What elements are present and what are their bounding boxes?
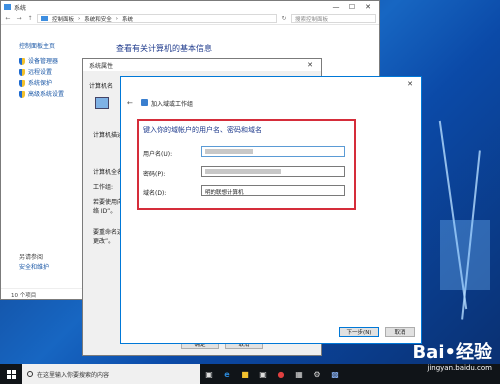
breadcrumb[interactable]: 控制面板 › 系统和安全 › 系统 xyxy=(37,14,277,23)
minimize-icon[interactable]: — xyxy=(328,1,344,13)
properties-labels: 计算机描述 计算机全名 工作组: 若要使用向 络 ID”。 要重命名这 更改”。 xyxy=(93,131,123,246)
system-properties-taskbar-icon[interactable]: ▩ xyxy=(326,364,344,384)
store-icon[interactable]: ▣ xyxy=(254,364,272,384)
search-placeholder: 搜索控制面板 xyxy=(295,16,329,23)
sidebar-item-label: 控制面板主页 xyxy=(19,43,56,50)
label-workgroup: 工作组: xyxy=(93,184,114,191)
label-network-id-2: 络 ID”。 xyxy=(93,208,117,215)
sidebar-item-home[interactable]: 控制面板主页 xyxy=(19,41,64,52)
address-bar: ← → ↑ 控制面板 › 系统和安全 › 系统 ↻ 搜索控制面板 xyxy=(1,13,379,25)
breadcrumb-separator-icon: › xyxy=(115,15,118,22)
edge-icon[interactable]: e xyxy=(218,364,236,384)
computer-icon xyxy=(4,4,11,10)
file-explorer-icon[interactable]: ■ xyxy=(236,364,254,384)
sidebar-item-advanced[interactable]: 高级系统设置 xyxy=(19,89,64,100)
highlight-box xyxy=(137,119,356,210)
label-rename-2: 更改”。 xyxy=(93,238,115,245)
shield-icon xyxy=(19,80,25,87)
windows-start-icon[interactable] xyxy=(0,364,22,384)
sidebar-item-remote[interactable]: 远程设置 xyxy=(19,67,64,78)
system-window-title: 系统 xyxy=(14,4,27,12)
shield-icon xyxy=(19,69,25,76)
close-icon[interactable]: ✕ xyxy=(360,1,376,13)
close-icon[interactable]: ✕ xyxy=(402,78,418,90)
search-icon xyxy=(27,371,33,377)
item-count: 10 个项目 xyxy=(11,293,37,299)
sidebar-item-device-manager[interactable]: 设备管理器 xyxy=(19,56,64,67)
breadcrumb-item[interactable]: 控制面板 xyxy=(52,15,74,23)
control-panel-icon xyxy=(41,16,48,21)
next-button[interactable]: 下一步(N) xyxy=(339,327,379,337)
back-arrow-icon[interactable]: ← xyxy=(4,15,12,22)
forward-arrow-icon[interactable]: → xyxy=(15,15,23,22)
sidebar-item-label: 远程设置 xyxy=(28,69,53,76)
windows-logo-light xyxy=(440,220,490,290)
refresh-icon[interactable]: ↻ xyxy=(280,15,288,22)
page-title: 查看有关计算机的基本信息 xyxy=(116,44,212,53)
join-domain-wizard: ✕ ← 加入域或工作组 键入你的域帐户的用户名、密码和域名 用户名(U): 密码… xyxy=(120,76,422,344)
back-arrow-icon[interactable]: ← xyxy=(127,99,133,107)
baidu-watermark: Bai•经验 jingyan.baidu.com xyxy=(412,338,492,372)
system-sidebar: 控制面板主页 设备管理器 远程设置 系统保护 高级系统设置 xyxy=(19,41,64,100)
breadcrumb-item[interactable]: 系统和安全 xyxy=(84,15,112,23)
control-panel-taskbar-icon[interactable]: ▦ xyxy=(290,364,308,384)
wizard-cancel-button[interactable]: 取消 xyxy=(385,327,415,337)
tab-computer-name[interactable]: 计算机名 xyxy=(89,81,113,90)
breadcrumb-separator-icon: › xyxy=(78,15,81,22)
app-icon[interactable]: ● xyxy=(272,364,290,384)
label-rename-1: 要重命名这 xyxy=(93,229,124,236)
see-also-heading: 另请参阅 xyxy=(19,254,44,261)
sidebar-item-label: 设备管理器 xyxy=(28,58,59,65)
properties-window-title: 系统属性 xyxy=(89,62,114,70)
label-full-name: 计算机全名 xyxy=(93,169,124,176)
see-also-section: 另请参阅 安全和维护 xyxy=(19,253,49,273)
up-arrow-icon[interactable]: ↑ xyxy=(26,15,34,22)
system-titlebar: 系统 — ☐ ✕ xyxy=(1,1,379,13)
sidebar-item-label: 高级系统设置 xyxy=(28,91,65,98)
taskbar-search-placeholder: 在这里输入你要搜索的内容 xyxy=(37,371,110,379)
monitor-icon xyxy=(95,97,109,109)
settings-icon[interactable]: ⚙ xyxy=(308,364,326,384)
taskbar-search-box[interactable]: 在这里输入你要搜索的内容 xyxy=(22,364,200,384)
close-icon[interactable]: ✕ xyxy=(302,59,318,71)
properties-titlebar: 系统属性 ✕ xyxy=(83,59,321,71)
shield-icon xyxy=(19,91,25,98)
watermark-brand: Bai•经验 xyxy=(412,342,492,363)
label-description: 计算机描述 xyxy=(93,132,124,139)
watermark-url: jingyan.baidu.com xyxy=(427,364,492,372)
sidebar-item-protection[interactable]: 系统保护 xyxy=(19,78,64,89)
domain-icon xyxy=(141,99,148,106)
shield-icon xyxy=(19,58,25,65)
search-input[interactable]: 搜索控制面板 xyxy=(291,14,376,23)
task-view-icon[interactable]: ▣ xyxy=(200,364,218,384)
breadcrumb-item[interactable]: 系统 xyxy=(122,15,133,23)
sidebar-item-label: 系统保护 xyxy=(28,80,53,87)
maximize-icon[interactable]: ☐ xyxy=(344,1,360,13)
see-also-link[interactable]: 安全和维护 xyxy=(19,263,49,273)
label-network-id-1: 若要使用向 xyxy=(93,199,124,206)
wizard-title: 加入域或工作组 xyxy=(151,101,194,108)
